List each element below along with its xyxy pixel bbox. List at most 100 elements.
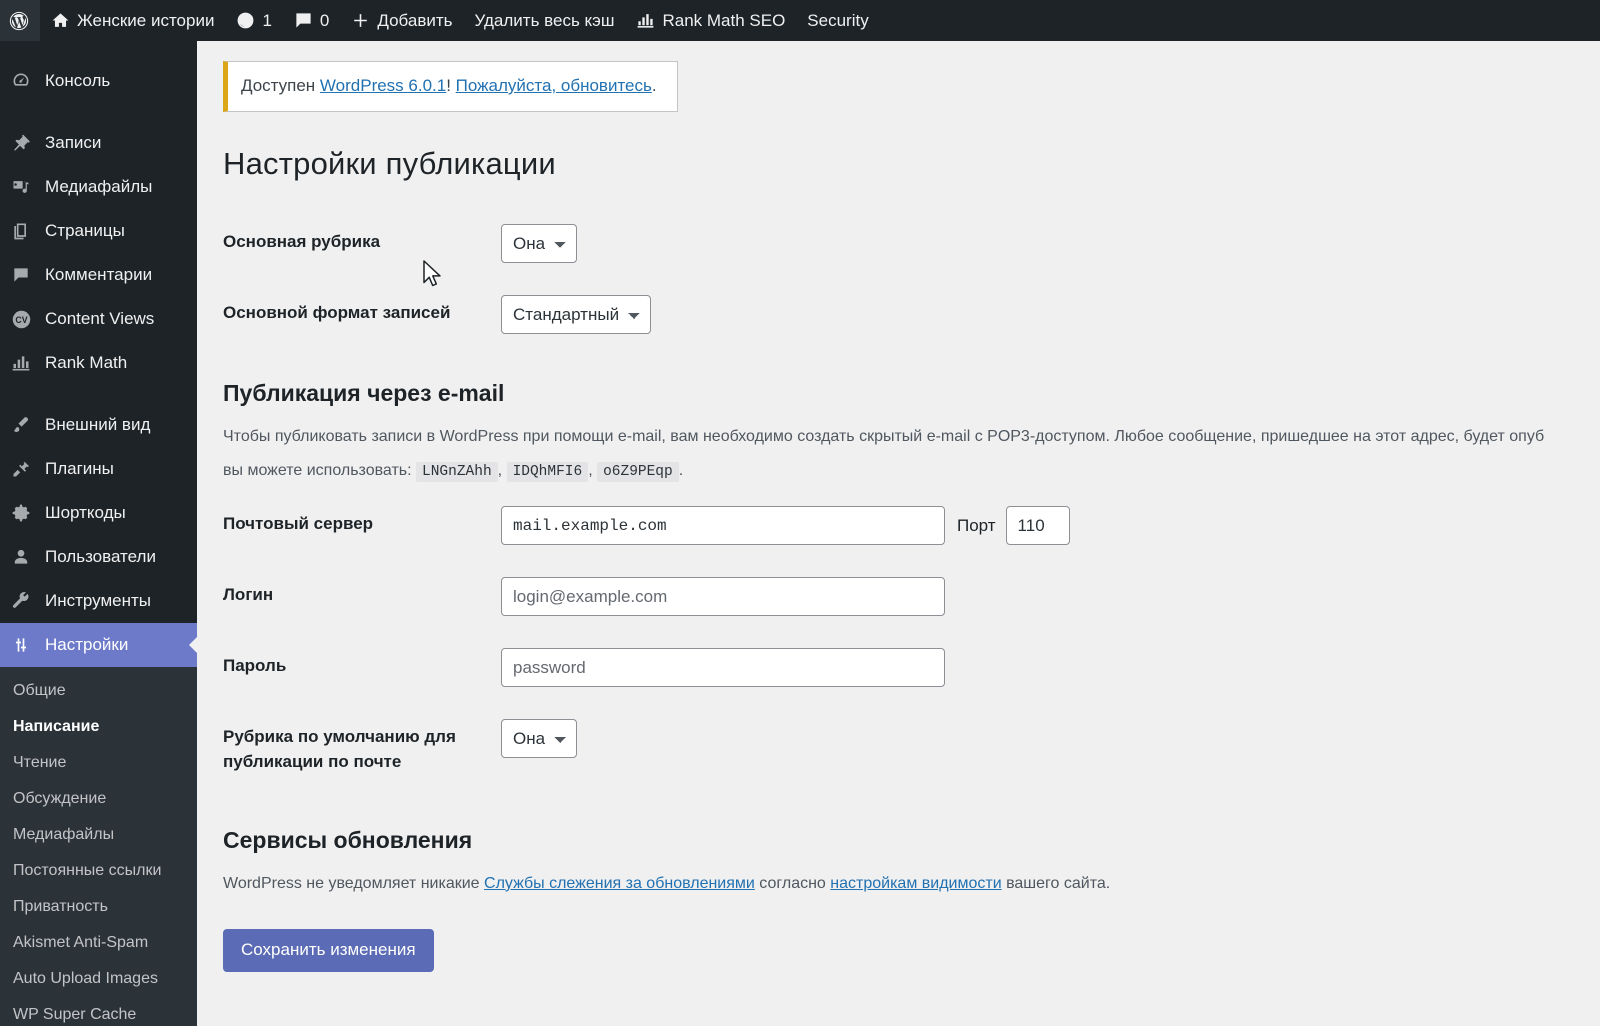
email-random-intro: вы можете использовать: [223, 461, 412, 479]
sidebar-item-settings[interactable]: Настройки [0, 623, 197, 667]
table-row-mailserver: Почтовый сервер Порт [223, 490, 1080, 561]
sidebar-item-dashboard[interactable]: Консоль [0, 59, 197, 103]
sidebar-item-posts-label: Записи [45, 133, 102, 152]
mail-default-category-select[interactable]: Она [501, 719, 577, 759]
submenu-item-privacy[interactable]: Приватность [0, 889, 197, 925]
adminbar-security-label: Security [807, 10, 869, 30]
email-section-title: Публикация через e-mail [223, 380, 505, 406]
media-icon [10, 176, 32, 198]
email-section-description-line2: вы можете использовать: LNGnZAhh, IDQhMF… [223, 457, 1600, 485]
update-notice-prefix: Доступен [241, 76, 320, 95]
update-services-description: WordPress не уведомляет никакие Службы с… [223, 870, 1600, 898]
visibility-settings-link[interactable]: настройкам видимости [830, 875, 1001, 892]
user-icon [10, 546, 32, 568]
sidebar-item-pages[interactable]: Страницы [0, 209, 197, 253]
random-code-1: LNGnZAhh [416, 461, 498, 482]
plug-icon [10, 458, 32, 480]
settings-icon [10, 634, 32, 656]
mailserver-input[interactable] [501, 506, 945, 546]
submenu-item-permalinks[interactable]: Постоянные ссылки [0, 853, 197, 889]
sidebar-item-content-views-label: Content Views [45, 309, 155, 328]
home-icon [51, 11, 70, 30]
code-comma-1: , [497, 461, 503, 479]
save-changes-button[interactable]: Сохранить изменения [223, 929, 434, 973]
adminbar-updates[interactable]: 1 [225, 0, 282, 41]
sidebar-item-media[interactable]: Медиафайлы [0, 165, 197, 209]
sidebar-item-dashboard-label: Консоль [45, 71, 111, 90]
default-category-select[interactable]: Она [501, 224, 577, 263]
update-notice: Доступен WordPress 6.0.1! Пожалуйста, об… [223, 61, 678, 112]
updates-icon [236, 11, 255, 30]
sidebar-item-shortcodes-label: Шорткоды [45, 503, 126, 522]
update-services-text-1: WordPress не уведомляет никакие [223, 874, 485, 892]
settings-submenu: Общие Написание Чтение Обсуждение Медиаф… [0, 667, 197, 1026]
sidebar-item-appearance-label: Внешний вид [45, 415, 151, 434]
password-input[interactable] [501, 648, 945, 688]
submenu-item-discussion[interactable]: Обсуждение [0, 781, 197, 817]
admin-sidebar: Консоль Записи Медиафайлы Страницы Комме… [0, 41, 197, 1026]
code-comma-2: , [588, 461, 593, 479]
table-row-default-post-format: Основной формат записей Стандартный [223, 279, 661, 350]
sidebar-item-plugins[interactable]: Плагины [0, 447, 197, 491]
update-services-text-2: согласно [754, 874, 831, 892]
adminbar-rank-math-seo[interactable]: Rank Math SEO [625, 0, 796, 41]
port-label: Порт [957, 515, 996, 535]
cv-icon: CV [10, 308, 32, 330]
mail-default-category-label: Рубрика по умолчанию для публикации по п… [223, 727, 456, 772]
wrench-icon [10, 590, 32, 612]
default-post-format-label: Основной формат записей [223, 303, 451, 322]
rankmath-icon [636, 11, 655, 30]
sidebar-item-rank-math-label: Rank Math [45, 353, 128, 372]
sidebar-item-pages-label: Страницы [45, 221, 125, 240]
wordpress-icon [8, 10, 30, 32]
gear-icon [10, 502, 32, 524]
table-row-mail-default-category: Рубрика по умолчанию для публикации по п… [223, 703, 1080, 796]
adminbar-site-name-label: Женские истории [77, 10, 215, 30]
submenu-item-writing[interactable]: Написание [0, 709, 197, 745]
sidebar-item-tools[interactable]: Инструменты [0, 579, 197, 623]
submenu-item-wp-super-cache[interactable]: WP Super Cache [0, 997, 197, 1026]
rankmath-icon [10, 352, 32, 374]
sidebar-item-posts[interactable]: Записи [0, 121, 197, 165]
sidebar-item-users[interactable]: Пользователи [0, 535, 197, 579]
default-category-label: Основная рубрика [223, 232, 381, 251]
sidebar-item-content-views[interactable]: CV Content Views [0, 297, 197, 341]
submenu-item-reading[interactable]: Чтение [0, 745, 197, 781]
adminbar-site-name[interactable]: Женские истории [40, 0, 225, 41]
adminbar-comments[interactable]: 0 [283, 0, 340, 41]
writing-settings-table: Основная рубрика Она Основной формат зап… [223, 208, 661, 350]
adminbar-new-content[interactable]: Добавить [340, 0, 463, 41]
submenu-item-akismet[interactable]: Akismet Anti-Spam [0, 925, 197, 961]
sidebar-item-shortcodes[interactable]: Шорткоды [0, 491, 197, 535]
submenu-item-general[interactable]: Общие [0, 673, 197, 709]
submenu-item-auto-upload-images[interactable]: Auto Upload Images [0, 961, 197, 997]
menu-spacer-2 [0, 385, 197, 403]
update-notice-suffix: . [651, 76, 657, 95]
email-section-description-line1: Чтобы публиковать записи в WordPress при… [223, 428, 1545, 445]
please-update-link[interactable]: Пожалуйста, обновитесь [456, 76, 652, 95]
plus-icon [351, 11, 370, 30]
table-row-login: Логин [223, 561, 1080, 632]
login-input[interactable] [501, 577, 945, 617]
menu-spacer-1 [0, 103, 197, 121]
pin-icon [10, 132, 32, 154]
adminbar-wp-logo[interactable] [0, 0, 40, 41]
sidebar-item-appearance[interactable]: Внешний вид [0, 403, 197, 447]
sidebar-item-rank-math[interactable]: Rank Math [0, 341, 197, 385]
adminbar-updates-count: 1 [262, 10, 272, 30]
wordpress-version-link[interactable]: WordPress 6.0.1 [320, 76, 446, 95]
random-code-3: o6Z9PEqp [597, 461, 679, 482]
adminbar-security[interactable]: Security [796, 0, 879, 41]
submenu-item-media[interactable]: Медиафайлы [0, 817, 197, 853]
update-services-text-3: вашего сайта. [1001, 874, 1111, 892]
sidebar-item-tools-label: Инструменты [45, 591, 152, 610]
sidebar-item-comments[interactable]: Комментарии [0, 253, 197, 297]
dashboard-icon [10, 70, 32, 92]
adminbar-purge-cache[interactable]: Удалить весь кэш [464, 0, 626, 41]
adminbar-new-content-label: Добавить [377, 10, 453, 30]
login-label: Логин [223, 585, 274, 605]
update-notice-middle: ! [446, 76, 456, 95]
update-services-link[interactable]: Службы слежения за обновлениями [484, 875, 755, 892]
port-input[interactable] [1005, 506, 1070, 546]
default-post-format-select[interactable]: Стандартный [501, 295, 651, 334]
